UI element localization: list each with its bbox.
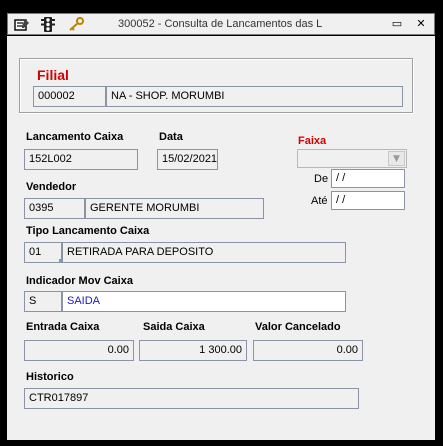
title-bar[interactable]: 300052 - Consulta de Lancamentos das L ▭… bbox=[7, 13, 435, 35]
saida-field[interactable]: 1 300.00 bbox=[139, 340, 247, 361]
edit-icon[interactable] bbox=[14, 17, 30, 32]
lancamento-label: Lancamento Caixa bbox=[26, 131, 124, 143]
lancamento-field[interactable]: 152L002 bbox=[24, 149, 138, 170]
cancelado-field[interactable]: 0.00 bbox=[253, 340, 363, 361]
faixa-ate-field[interactable]: / / bbox=[331, 191, 405, 210]
traffic-light-icon[interactable] bbox=[40, 17, 56, 32]
tipo-code-field[interactable]: 01 bbox=[24, 242, 62, 263]
faixa-ate-label: Até bbox=[311, 195, 328, 207]
close-button[interactable]: ✕ bbox=[414, 17, 428, 31]
historico-field[interactable]: CTR017897 bbox=[24, 388, 359, 409]
vendedor-label: Vendedor bbox=[26, 181, 77, 193]
indicador-name-field[interactable]: SAIDA bbox=[62, 291, 346, 312]
cancelado-label: Valor Cancelado bbox=[255, 321, 341, 333]
historico-label: Historico bbox=[26, 371, 74, 383]
vendedor-name-field[interactable]: GERENTE MORUMBI bbox=[85, 198, 264, 219]
tipo-code-value: 01 bbox=[29, 246, 42, 258]
indicador-label: Indicador Mov Caixa bbox=[26, 275, 133, 287]
faixa-label: Faixa bbox=[298, 135, 327, 147]
data-label: Data bbox=[159, 131, 183, 143]
faixa-de-field[interactable]: / / bbox=[331, 169, 405, 188]
saida-label: Saida Caixa bbox=[143, 321, 205, 333]
indicador-code-field[interactable]: S bbox=[24, 291, 62, 312]
form-body: Filial 000002 NA - SHOP. MORUMBI Lancame… bbox=[7, 36, 435, 440]
tipo-label: Tipo Lancamento Caixa bbox=[26, 225, 150, 237]
key-icon[interactable] bbox=[68, 17, 84, 32]
app-window: 300052 - Consulta de Lancamentos das L ▭… bbox=[0, 0, 443, 446]
filial-heading: Filial bbox=[37, 67, 69, 83]
tipo-name-field[interactable]: RETIRADA PARA DEPOSITO bbox=[62, 242, 346, 263]
entrada-field[interactable]: 0.00 bbox=[24, 340, 134, 361]
chevron-down-icon[interactable]: ▼ bbox=[388, 151, 405, 166]
window-title: 300052 - Consulta de Lancamentos das L bbox=[118, 18, 323, 30]
minimize-button[interactable]: ▭ bbox=[390, 17, 404, 31]
faixa-select[interactable]: ▼ bbox=[297, 149, 407, 168]
vendedor-code-field[interactable]: 0395 bbox=[24, 198, 85, 219]
data-field[interactable]: 15/02/2021 bbox=[157, 149, 218, 170]
entrada-label: Entrada Caixa bbox=[26, 321, 100, 333]
filial-code-field[interactable]: 000002 bbox=[33, 86, 106, 107]
filial-group: Filial 000002 NA - SHOP. MORUMBI bbox=[19, 58, 413, 113]
filial-name-field[interactable]: NA - SHOP. MORUMBI bbox=[106, 86, 403, 107]
faixa-de-label: De bbox=[314, 173, 329, 185]
